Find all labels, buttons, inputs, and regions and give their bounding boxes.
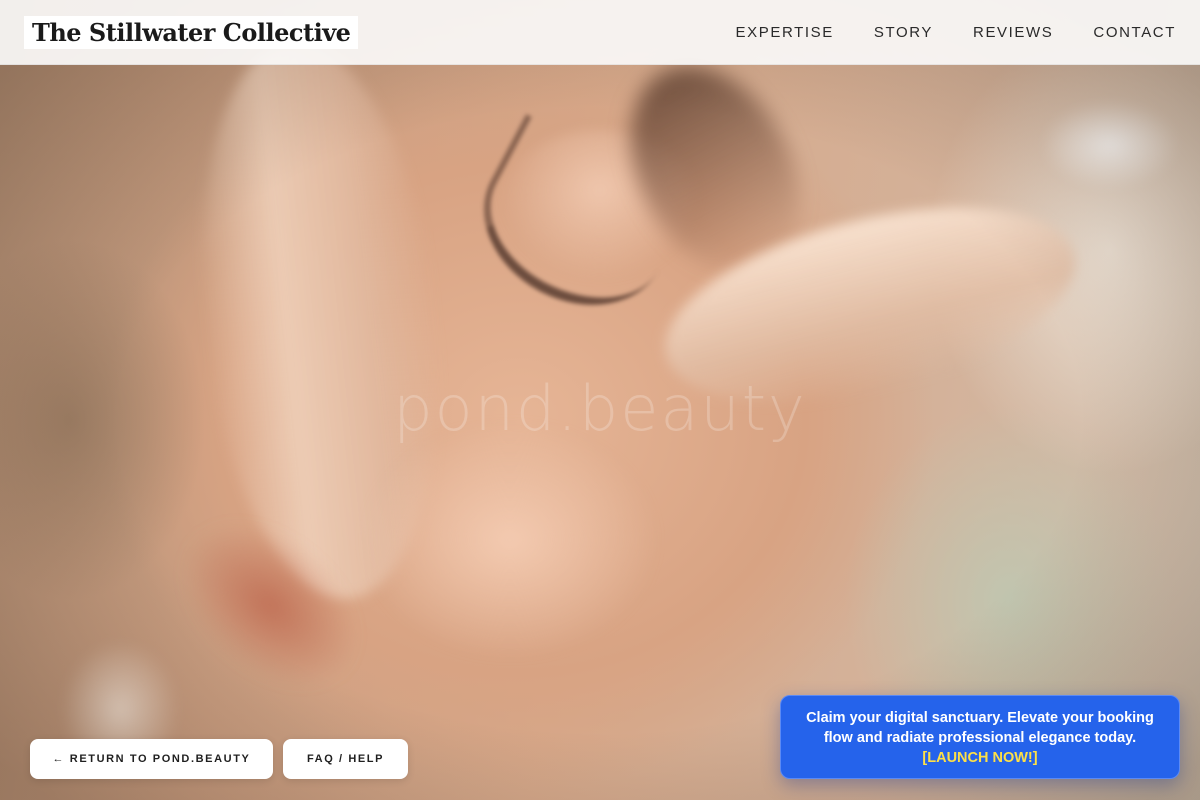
site-header: The Stillwater Collective EXPERTISE STOR… xyxy=(0,0,1200,65)
promo-banner[interactable]: Claim your digital sanctuary. Elevate yo… xyxy=(780,695,1180,779)
nav-item-reviews[interactable]: REVIEWS xyxy=(973,24,1053,41)
nav-item-story[interactable]: STORY xyxy=(874,24,933,41)
return-to-pond-beauty-button[interactable]: ← RETURN TO POND.BEAUTY xyxy=(30,739,273,779)
nav-item-expertise[interactable]: EXPERTISE xyxy=(736,24,834,41)
nav-item-contact[interactable]: CONTACT xyxy=(1093,24,1176,41)
site-logo[interactable]: The Stillwater Collective xyxy=(24,15,359,49)
main-nav: EXPERTISE STORY REVIEWS CONTACT xyxy=(736,24,1176,41)
promo-text: Claim your digital sanctuary. Elevate yo… xyxy=(806,710,1154,746)
brand-watermark: pond.beauty xyxy=(393,372,807,445)
faq-help-button[interactable]: FAQ / HELP xyxy=(283,739,408,779)
promo-cta-link[interactable]: [LAUNCH NOW!] xyxy=(803,748,1157,768)
